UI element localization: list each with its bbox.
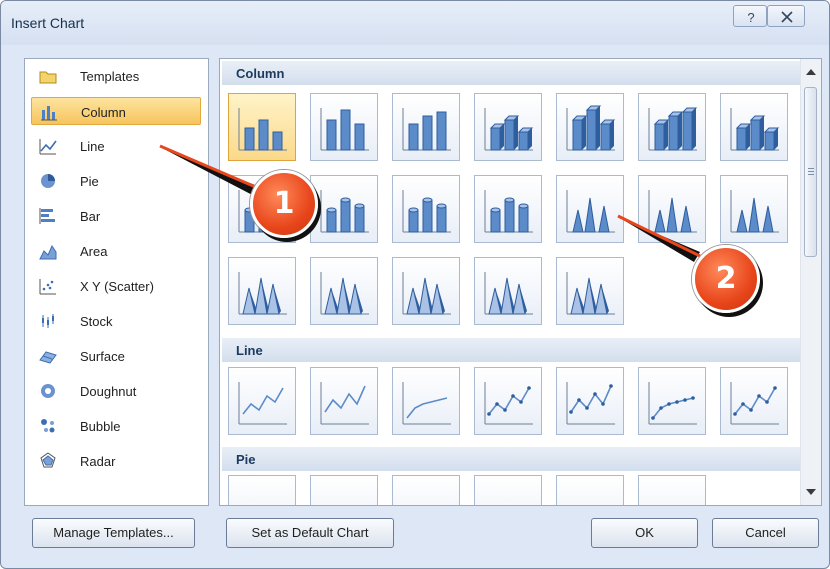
chart-subtype-pyramid-17[interactable] [392, 257, 460, 325]
set-default-label: Set as Default Chart [251, 525, 369, 540]
section-header-line: Line [222, 338, 800, 362]
ok-label: OK [635, 525, 654, 540]
close-button[interactable] [767, 5, 805, 27]
chart-subtype-column-7[interactable] [720, 93, 788, 161]
chart-type-stock[interactable]: Stock [31, 307, 201, 335]
chart-subtype-column-5[interactable] [556, 93, 624, 161]
radar-chart-icon [38, 451, 58, 471]
chart-type-label: X Y (Scatter) [80, 279, 154, 294]
chart-type-label: Surface [80, 349, 125, 364]
chart-subtype-pie-2[interactable] [310, 475, 378, 505]
chart-subtype-pie-6[interactable] [638, 475, 706, 505]
chart-subtype-pie-5[interactable] [556, 475, 624, 505]
chart-subtype-column-2[interactable] [310, 93, 378, 161]
chart-type-area[interactable]: Area [31, 237, 201, 265]
chart-type-line[interactable]: Line [31, 132, 201, 160]
folder-icon [38, 66, 58, 86]
section-header-column: Column [222, 61, 800, 85]
chart-subtype-pie-3[interactable] [392, 475, 460, 505]
chart-type-list: Templates Column Line Pie Bar Area X Y (Scatte… [24, 58, 209, 506]
chart-subtype-pyramid-18[interactable] [474, 257, 542, 325]
chart-type-label: Stock [80, 314, 113, 329]
line-chart-icon [38, 136, 58, 156]
doughnut-chart-icon [38, 381, 58, 401]
chart-type-label: Column [81, 105, 126, 120]
chart-subtype-pie-1[interactable] [228, 475, 296, 505]
dialog-title: Insert Chart [11, 15, 85, 31]
chart-type-label: Bar [80, 209, 101, 224]
chart-subtype-column-3[interactable] [392, 93, 460, 161]
title-bar: Insert Chart ? [1, 1, 829, 45]
chart-type-templates[interactable]: Templates [31, 62, 201, 90]
scatter-chart-icon [38, 276, 58, 296]
chart-subtype-line-2[interactable] [310, 367, 378, 435]
chart-subtype-cone-12[interactable] [556, 175, 624, 243]
chart-type-pie[interactable]: Pie [31, 167, 201, 195]
chart-subtype-cone-14[interactable] [720, 175, 788, 243]
cancel-label: Cancel [745, 525, 786, 540]
chart-type-column[interactable]: Column [31, 97, 201, 125]
chart-type-label: Radar [80, 454, 116, 469]
section-title: Pie [236, 452, 256, 467]
section-header-pie: Pie [222, 447, 800, 471]
chart-subtype-line-6[interactable] [638, 367, 706, 435]
chart-subtype-line-3[interactable] [392, 367, 460, 435]
chart-subtype-line-5[interactable] [556, 367, 624, 435]
chart-type-doughnut[interactable]: Doughnut [31, 377, 201, 405]
stock-chart-icon [38, 311, 58, 331]
callout-number: 2 [715, 261, 737, 296]
chart-type-label: Bubble [80, 419, 121, 434]
chart-subtype-pie-4[interactable] [474, 475, 542, 505]
chart-type-label: Area [80, 244, 108, 259]
chart-subtype-cylinder-9[interactable] [310, 175, 378, 243]
chart-type-surface[interactable]: Surface [31, 342, 201, 370]
manage-templates-button[interactable]: Manage Templates... [32, 518, 195, 548]
svg-text:?: ? [747, 10, 754, 25]
column-chart-icon [39, 102, 59, 122]
gallery-scrollbar[interactable] [800, 59, 821, 505]
surface-chart-icon [38, 346, 58, 366]
callout-badge-2: 2 [692, 245, 760, 313]
chart-subtype-line-1[interactable] [228, 367, 296, 435]
chart-subtype-line-7[interactable] [720, 367, 788, 435]
chart-subtype-cylinder-10[interactable] [392, 175, 460, 243]
help-button[interactable]: ? [733, 5, 767, 27]
set-default-chart-button[interactable]: Set as Default Chart [226, 518, 394, 548]
chart-subtype-column-4[interactable] [474, 93, 542, 161]
section-title: Column [236, 66, 285, 81]
chart-subtype-pyramid-19[interactable] [556, 257, 624, 325]
chart-subtype-cone-13[interactable] [638, 175, 706, 243]
bubble-chart-icon [38, 416, 58, 436]
chart-subtype-pyramid-15[interactable] [228, 257, 296, 325]
chart-subtype-column-6[interactable] [638, 93, 706, 161]
callout-number: 1 [273, 186, 295, 221]
area-chart-icon [38, 241, 58, 261]
chart-type-x-y-scatter[interactable]: X Y (Scatter) [31, 272, 201, 300]
chart-subtype-pyramid-16[interactable] [310, 257, 378, 325]
chart-type-label: Doughnut [80, 384, 137, 399]
callout-badge-1: 1 [250, 170, 318, 238]
section-title: Line [236, 343, 263, 358]
chart-type-label: Pie [80, 174, 99, 189]
chart-type-bar[interactable]: Bar [31, 202, 201, 230]
chart-subtype-cylinder-11[interactable] [474, 175, 542, 243]
scroll-up-icon[interactable] [806, 69, 816, 75]
ok-button[interactable]: OK [591, 518, 698, 548]
manage-templates-label: Manage Templates... [53, 525, 174, 540]
chart-subtype-line-4[interactable] [474, 367, 542, 435]
bar-chart-icon [38, 206, 58, 226]
chart-subtype-column-1[interactable] [228, 93, 296, 161]
chart-type-bubble[interactable]: Bubble [31, 412, 201, 440]
chart-type-label: Templates [80, 69, 140, 84]
cancel-button[interactable]: Cancel [712, 518, 819, 548]
chart-type-label: Line [80, 139, 105, 154]
scroll-down-icon[interactable] [806, 489, 816, 495]
scroll-thumb[interactable] [804, 87, 817, 257]
chart-type-radar[interactable]: Radar [31, 447, 201, 475]
pie-chart-icon [38, 171, 58, 191]
